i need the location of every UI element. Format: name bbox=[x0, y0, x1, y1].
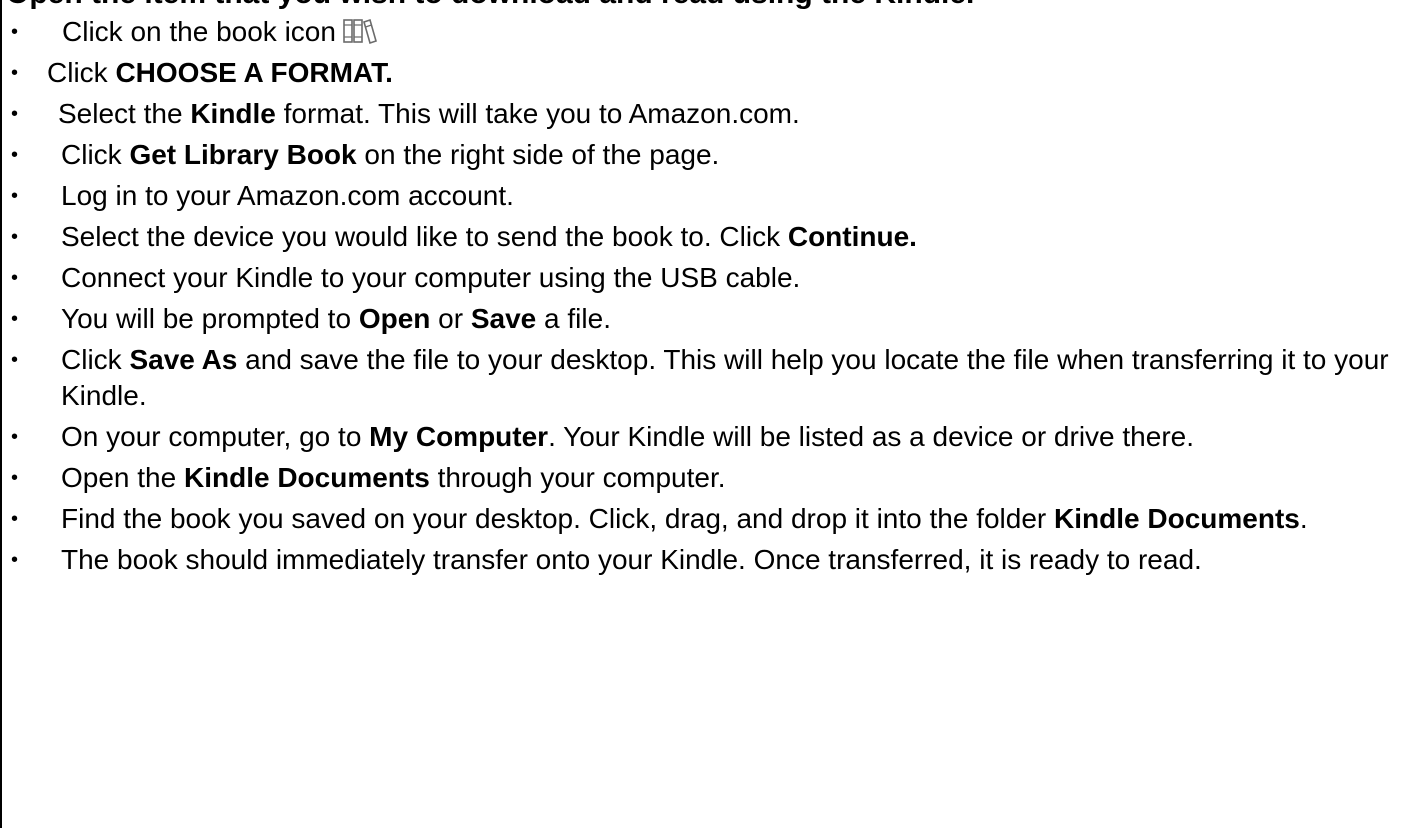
bullet-icon: • bbox=[11, 103, 19, 125]
list-item: • Log in to your Amazon.com account. bbox=[2, 178, 1420, 214]
step-text: The book should immediately transfer ont… bbox=[61, 544, 1202, 575]
step-text: Log in to your Amazon.com account. bbox=[61, 180, 514, 211]
bullet-icon: • bbox=[11, 467, 19, 489]
list-item: • Connect your Kindle to your computer u… bbox=[2, 260, 1420, 296]
bullet-icon: • bbox=[11, 62, 19, 84]
list-item: • Select the device you would like to se… bbox=[2, 219, 1420, 255]
cut-off-heading: Open the item that you wish to download … bbox=[6, 0, 974, 12]
instruction-list: • Click on the book icon • Click CHOOSE … bbox=[2, 14, 1420, 583]
bullet-icon: • bbox=[11, 549, 19, 571]
list-item: • On your computer, go to My Computer. Y… bbox=[2, 419, 1420, 455]
step-text: You will be prompted to Open or Save a f… bbox=[61, 303, 611, 334]
list-item: • Find the book you saved on your deskto… bbox=[2, 501, 1420, 537]
bullet-icon: • bbox=[11, 21, 19, 43]
bullet-icon: • bbox=[11, 426, 19, 448]
document-page: Open the item that you wish to download … bbox=[0, 0, 1425, 828]
step-text: Click Save As and save the file to your … bbox=[61, 344, 1389, 411]
step-text: Open the Kindle Documents through your c… bbox=[61, 462, 726, 493]
list-item: • Open the Kindle Documents through your… bbox=[2, 460, 1420, 496]
list-item: • The book should immediately transfer o… bbox=[2, 542, 1420, 578]
list-item: • Click CHOOSE A FORMAT. bbox=[2, 55, 1420, 91]
bullet-icon: • bbox=[11, 308, 19, 330]
step-text: Connect your Kindle to your computer usi… bbox=[61, 262, 801, 293]
step-text: Click CHOOSE A FORMAT. bbox=[47, 57, 393, 88]
list-item: • Click Get Library Book on the right si… bbox=[2, 137, 1420, 173]
step-text: On your computer, go to My Computer. You… bbox=[61, 421, 1194, 452]
bullet-icon: • bbox=[11, 508, 19, 530]
step-text: Select the Kindle format. This will take… bbox=[58, 98, 800, 129]
list-item: • Click on the book icon bbox=[2, 14, 1420, 50]
book-icon bbox=[343, 18, 377, 45]
step-text: Select the device you would like to send… bbox=[61, 221, 917, 252]
step-text: Find the book you saved on your desktop.… bbox=[61, 503, 1308, 534]
bullet-icon: • bbox=[11, 349, 19, 371]
step-text: Click on the book icon bbox=[2, 14, 1420, 50]
bullet-icon: • bbox=[11, 226, 19, 248]
bullet-icon: • bbox=[11, 267, 19, 289]
bullet-icon: • bbox=[11, 144, 19, 166]
step-text: Click Get Library Book on the right side… bbox=[61, 139, 720, 170]
list-item: • Click Save As and save the file to you… bbox=[2, 342, 1420, 414]
list-item: • You will be prompted to Open or Save a… bbox=[2, 301, 1420, 337]
list-item: • Select the Kindle format. This will ta… bbox=[2, 96, 1420, 132]
bullet-icon: • bbox=[11, 185, 19, 207]
